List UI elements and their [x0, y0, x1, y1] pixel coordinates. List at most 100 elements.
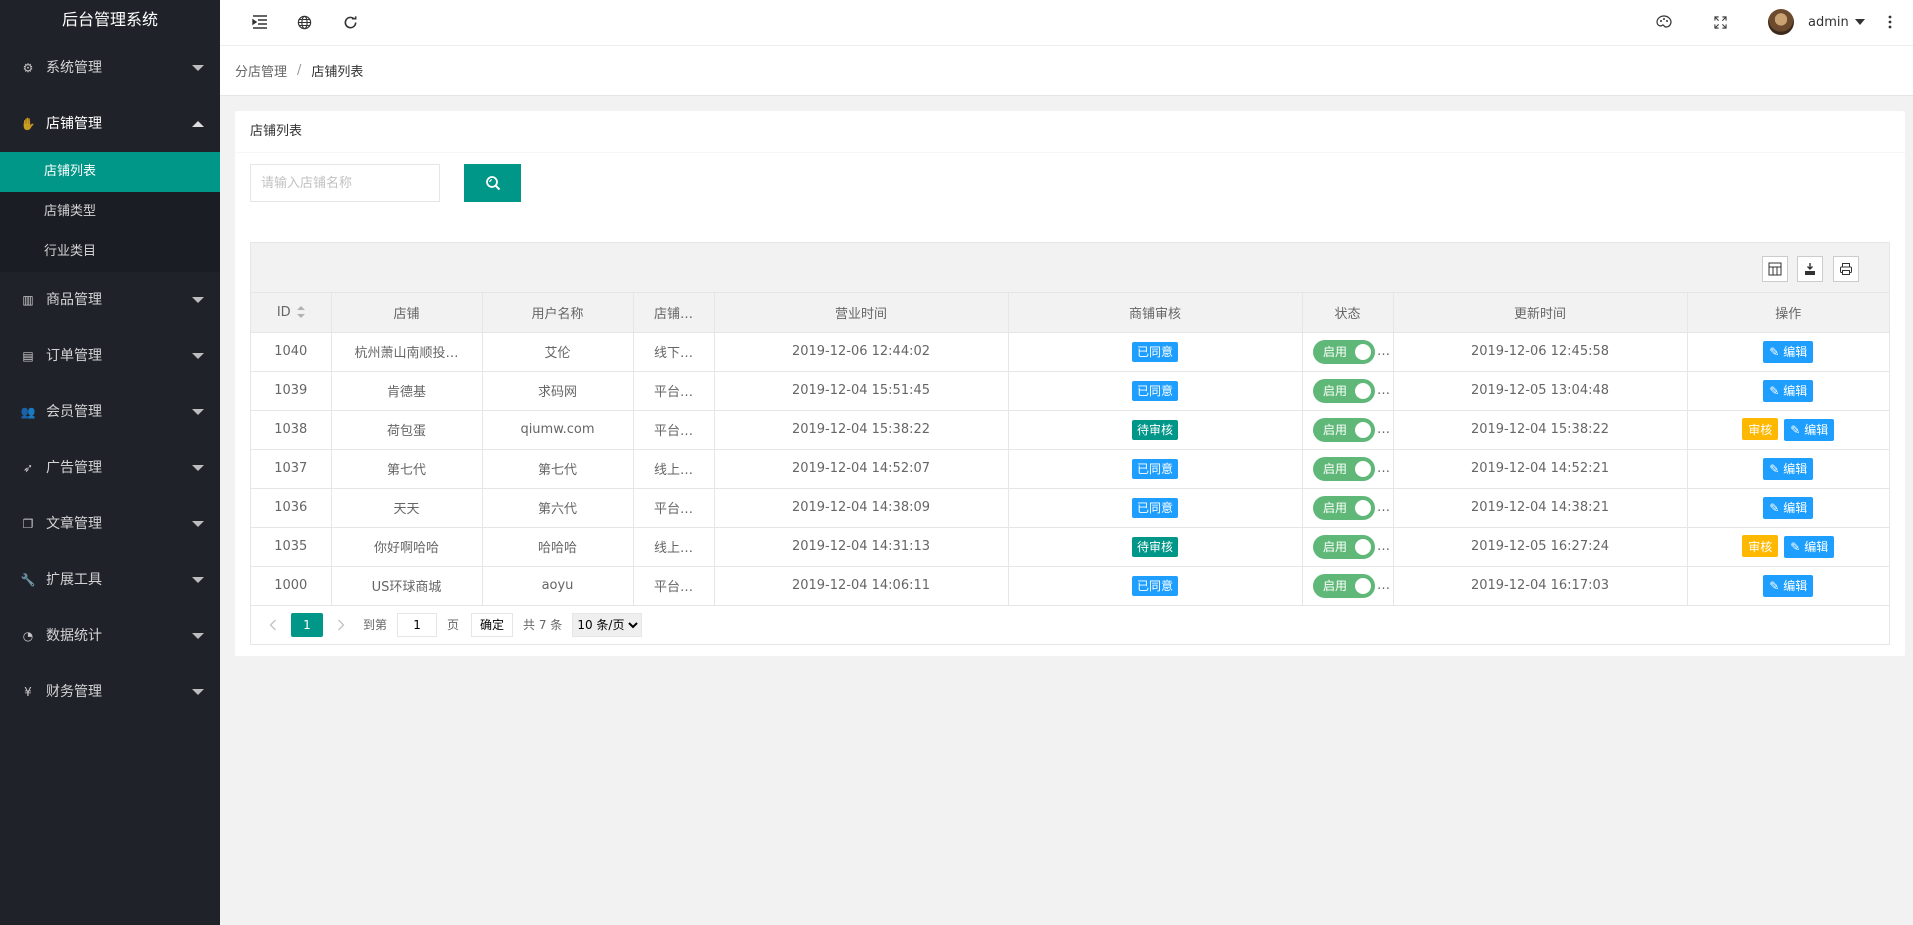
edit-button[interactable]: ✎ 编辑 [1763, 340, 1814, 363]
toggle-knob [1355, 460, 1371, 477]
edit-button-label: 编辑 [1783, 384, 1808, 398]
caret-up-icon [192, 121, 204, 127]
caret-down-icon [1854, 19, 1865, 25]
page-size-select[interactable]: 10 条/页20 条/页30 条/页40 条/页50 条/页 [572, 612, 643, 637]
edit-button[interactable]: ✎ 编辑 [1763, 496, 1814, 519]
toggle-knob [1355, 343, 1371, 360]
status-toggle[interactable]: 启用 [1313, 456, 1375, 481]
cell-id: 1040 [251, 332, 332, 372]
cell-user: 求码网 [482, 371, 634, 411]
cell-status: 启用… [1302, 449, 1394, 489]
caret-down-icon [192, 353, 204, 359]
sidebar-item-5[interactable]: ➶ 广告管理 [0, 440, 220, 496]
cell-updated-time: 2019-12-06 12:45:58 [1393, 332, 1688, 372]
column-header[interactable]: ID [251, 293, 332, 333]
sidebar-item-7[interactable]: 🔧 扩展工具 [0, 552, 220, 608]
status-toggle[interactable]: 启用 [1313, 378, 1375, 403]
caret-down-icon [192, 633, 204, 639]
sidebar-subitem-1[interactable]: 店铺类型 [0, 192, 220, 232]
sidebar-item-4[interactable]: 👥 会员管理 [0, 384, 220, 440]
sidebar-item-8[interactable]: ◔ 数据统计 [0, 608, 220, 664]
toggle-knob [1355, 538, 1371, 555]
caret-down-icon [192, 297, 204, 303]
edit-button-label: 编辑 [1804, 423, 1829, 438]
print-button[interactable] [1833, 256, 1859, 282]
goto-page-input[interactable] [397, 612, 438, 637]
cell-actions: ✎ 编辑 [1687, 488, 1889, 528]
column-filter-button[interactable] [1762, 256, 1788, 282]
menu-collapse-button[interactable] [240, 0, 280, 44]
refresh-button[interactable] [330, 0, 370, 44]
cell-open-time: 2019-12-04 14:06:11 [714, 566, 1009, 606]
sort-icon[interactable] [296, 306, 305, 319]
fullscreen-button[interactable] [1700, 0, 1740, 44]
edit-button[interactable]: ✎ 编辑 [1784, 418, 1835, 441]
status-toggle[interactable]: 启用 [1313, 339, 1375, 364]
table-row: 1000 US环球商城 aoyu 平台… 2019-12-04 14:06:11 已同意 启… [251, 566, 1889, 606]
sidebar-subitem-0[interactable]: 店铺列表 [0, 152, 220, 192]
sidebar-item-6[interactable]: ❐ 文章管理 [0, 496, 220, 552]
sidebar-item-0[interactable]: ⚙ 系统管理 [0, 40, 220, 96]
sidebar-item-1[interactable]: ✋ 店铺管理 [0, 96, 220, 152]
export-button[interactable] [1797, 256, 1823, 282]
edit-button[interactable]: ✎ 编辑 [1763, 379, 1814, 402]
status-toggle[interactable]: 启用 [1313, 417, 1375, 442]
status-toggle-label: 启用 [1323, 540, 1348, 554]
breadcrumb-parent[interactable]: 分店管理 [235, 61, 287, 80]
audit-button[interactable]: 审核 [1742, 418, 1779, 441]
cell-shop: 第七代 [331, 449, 483, 489]
content-card: 店铺列表 ID 店铺 用户名称 店铺… 营业时间 商铺审核 状态 更新时间 操作 [235, 111, 1905, 656]
pencil-icon: ✎ [1769, 344, 1780, 359]
column-header-label: 营业时间 [834, 306, 887, 322]
user-name: admin [1808, 14, 1849, 30]
search-button[interactable] [464, 164, 521, 202]
column-header: 操作 [1687, 293, 1889, 333]
cell-actions: 审核 ✎ 编辑 [1687, 527, 1889, 567]
export-icon [1805, 263, 1815, 275]
caret-down-icon [192, 577, 204, 583]
table-row: 1035 你好啊哈哈 哈哈哈 线上… 2019-12-04 14:31:13 待审核 启用 …… [251, 527, 1889, 567]
cell-open-time: 2019-12-04 14:38:09 [714, 488, 1009, 528]
toggle-knob [1355, 382, 1371, 399]
status-toggle-label: 启用 [1323, 462, 1348, 476]
sidebar-subitem-2[interactable]: 行业类目 [0, 232, 220, 272]
cell-status: 启用… [1302, 371, 1394, 411]
shop-name-input[interactable] [250, 164, 440, 202]
sidebar-item-2[interactable]: ▥ 商品管理 [0, 272, 220, 328]
homepage-button[interactable] [284, 0, 324, 44]
cell-shop: US环球商城 [331, 566, 483, 606]
print-icon [1840, 263, 1852, 275]
cell-open-time: 2019-12-04 15:51:45 [714, 371, 1009, 411]
next-page-button[interactable] [329, 613, 353, 637]
page-number-current[interactable]: 1 [291, 612, 323, 637]
edit-button-label: 编辑 [1783, 345, 1808, 359]
edit-button[interactable]: ✎ 编辑 [1763, 457, 1814, 480]
sidebar-item-9[interactable]: ¥ 财务管理 [0, 664, 220, 720]
prev-page-button[interactable] [261, 613, 285, 637]
pencil-icon: ✎ [1790, 422, 1801, 437]
data-table: ID 店铺 用户名称 店铺… 营业时间 商铺审核 状态 更新时间 操作 1040 杭州萧山南顺投…… [251, 293, 1889, 606]
column-header-label: 状态 [1334, 306, 1361, 322]
sidebar-item-3[interactable]: ▤ 订单管理 [0, 328, 220, 384]
edit-button[interactable]: ✎ 编辑 [1763, 574, 1814, 597]
cell-status: 启用… [1302, 410, 1394, 450]
edit-button[interactable]: ✎ 编辑 [1784, 535, 1835, 558]
audit-button[interactable]: 审核 [1742, 535, 1779, 558]
sidebar-item-label: 系统管理 [46, 60, 102, 76]
cell-updated-time: 2019-12-04 16:17:03 [1393, 566, 1688, 606]
cell-id: 1039 [251, 371, 332, 411]
cell-status: 启用… [1302, 332, 1394, 372]
pencil-icon: ✎ [1769, 578, 1780, 593]
cell-audit: 已同意 [1008, 566, 1303, 606]
theme-button[interactable] [1644, 0, 1684, 44]
cell-audit: 已同意 [1008, 332, 1303, 372]
status-toggle-label: 启用 [1323, 384, 1348, 398]
more-button[interactable] [1872, 0, 1908, 44]
goto-confirm-button[interactable]: 确定 [471, 612, 514, 637]
status-toggle[interactable]: 启用 [1313, 573, 1375, 598]
status-toggle[interactable]: 启用 [1313, 534, 1375, 559]
user-menu[interactable]: admin [1768, 0, 1865, 44]
column-header: 商铺审核 [1008, 293, 1303, 333]
table-row: 1039 肯德基 求码网 平台… 2019-12-04 15:51:45 已同意 启用 … 20… [251, 371, 1889, 411]
status-toggle[interactable]: 启用 [1313, 495, 1375, 520]
